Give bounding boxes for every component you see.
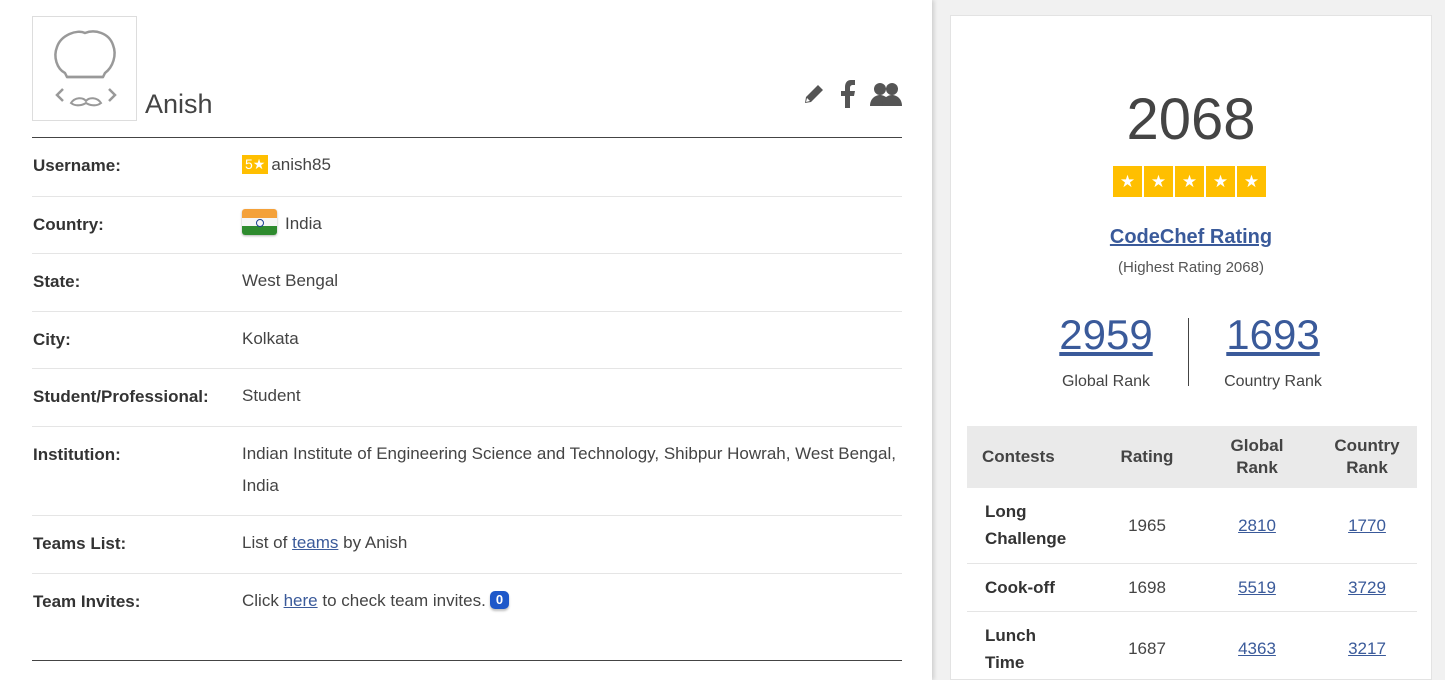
star-icon: ★ (1144, 166, 1173, 197)
contest-country-rank: 3729 (1317, 563, 1417, 612)
country-rank-label: Country Rank (1224, 373, 1322, 390)
table-header-row: Contests Rating Global Rank Country Rank (967, 426, 1417, 488)
country-rank-link[interactable]: 3729 (1348, 578, 1386, 597)
rating-stars: ★ ★ ★ ★ ★ (1113, 166, 1266, 197)
occupation-label: Student/Professional: (33, 387, 209, 406)
star-icon: ★ (1237, 166, 1266, 197)
contest-rating: 1687 (1097, 611, 1197, 680)
contest-rating: 1698 (1097, 563, 1197, 612)
global-rank-block: 2959 Global Rank (1026, 311, 1186, 391)
header-global-rank: Global Rank (1197, 426, 1317, 488)
state-value: West Bengal (242, 271, 339, 290)
invites-count-badge: 0 (489, 591, 510, 609)
teams-suffix: by Anish (343, 533, 408, 552)
divider (32, 660, 902, 661)
rating-card: 2068 ★ ★ ★ ★ ★ CodeChef Rating (Highest … (950, 15, 1432, 680)
rank-divider (1188, 318, 1189, 386)
user-display-name: Anish (145, 89, 213, 119)
username-label: Username: (33, 156, 121, 175)
contest-global-rank: 4363 (1197, 611, 1317, 680)
country-text: India (285, 214, 322, 233)
table-row: Cook-off 1698 5519 3729 (967, 563, 1417, 612)
contest-name: Long Challenge (967, 488, 1097, 564)
username-text: anish85 (271, 155, 331, 174)
invites-link[interactable]: here (284, 591, 318, 610)
profile-card: Anish Username: 5★ anish85 Country: India (0, 0, 932, 680)
star-icon: ★ (1113, 166, 1142, 197)
profile-actions (802, 80, 902, 113)
city-label: City: (33, 330, 71, 349)
country-rank-link[interactable]: 1770 (1348, 516, 1386, 535)
country-rank-link[interactable]: 3217 (1348, 639, 1386, 658)
facebook-icon[interactable] (840, 80, 856, 113)
table-row: Long Challenge 1965 2810 1770 (967, 488, 1417, 564)
profile-header: Anish (32, 16, 902, 138)
institution-value: Indian Institute of Engineering Science … (242, 444, 896, 495)
codechef-rating-link[interactable]: CodeChef Rating (1110, 226, 1272, 248)
chef-hat-icon (54, 30, 117, 107)
teams-value: List of teams by Anish (242, 509, 902, 573)
global-rank-link[interactable]: 4363 (1238, 639, 1276, 658)
occupation-row: Student/Professional: Student (32, 369, 902, 427)
country-rank-link[interactable]: 1693 (1193, 311, 1353, 359)
header-rating: Rating (1097, 426, 1197, 488)
header-contests: Contests (967, 426, 1097, 488)
username-value: 5★ anish85 (242, 131, 902, 196)
teams-link[interactable]: teams (292, 533, 338, 552)
users-icon[interactable] (870, 80, 902, 113)
contests-table: Contests Rating Global Rank Country Rank L… (967, 426, 1417, 680)
occupation-value: Student (242, 386, 301, 405)
contest-global-rank: 5519 (1197, 563, 1317, 612)
star-icon: ★ (1175, 166, 1204, 197)
state-row: State: West Bengal (32, 254, 902, 312)
username-row: Username: 5★ anish85 (32, 138, 902, 197)
country-row: Country: India (32, 197, 902, 254)
global-rank-label: Global Rank (1061, 373, 1151, 390)
teams-row: Teams List: List of teams by Anish (32, 516, 902, 574)
invites-suffix: to check team invites. (322, 591, 486, 610)
rating-value: 2068 (1126, 87, 1256, 152)
teams-label: Teams List: (33, 534, 127, 553)
contest-country-rank: 1770 (1317, 488, 1417, 564)
city-value: Kolkata (242, 329, 299, 348)
india-flag-icon (242, 209, 277, 235)
invites-prefix: Click (242, 591, 279, 610)
contest-country-rank: 3217 (1317, 611, 1417, 680)
header-country-rank: Country Rank (1317, 426, 1417, 488)
invites-label: Team Invites: (33, 592, 141, 611)
contest-global-rank: 2810 (1197, 488, 1317, 564)
country-label: Country: (33, 215, 104, 234)
rating-title: CodeChef Rating (951, 226, 1431, 249)
pencil-icon[interactable] (802, 82, 826, 111)
country-rank-block: 1693 Country Rank (1193, 311, 1353, 391)
highest-rating: (Highest Rating 2068) (1118, 259, 1264, 276)
contest-name: Lunch Time (967, 611, 1097, 680)
invites-row: Team Invites: Click here to check team i… (32, 574, 902, 632)
table-row: Lunch Time 1687 4363 3217 (967, 611, 1417, 680)
star-rating-badge: 5★ (242, 155, 269, 174)
global-rank-link[interactable]: 5519 (1238, 578, 1276, 597)
state-label: State: (33, 272, 81, 291)
contest-name: Cook-off (967, 563, 1097, 612)
country-value: India (242, 190, 902, 253)
city-row: City: Kolkata (32, 312, 902, 369)
global-rank-link[interactable]: 2810 (1238, 516, 1276, 535)
star-icon: ★ (1206, 166, 1235, 197)
contest-rating: 1965 (1097, 488, 1197, 564)
global-rank-link[interactable]: 2959 (1026, 311, 1186, 359)
avatar (32, 16, 137, 121)
institution-row: Institution: Indian Institute of Enginee… (32, 427, 902, 516)
profile-details: Username: 5★ anish85 Country: India State… (32, 138, 902, 632)
institution-label: Institution: (33, 445, 121, 464)
teams-prefix: List of (242, 533, 288, 552)
invites-value: Click here to check team invites. 0 (242, 567, 902, 632)
